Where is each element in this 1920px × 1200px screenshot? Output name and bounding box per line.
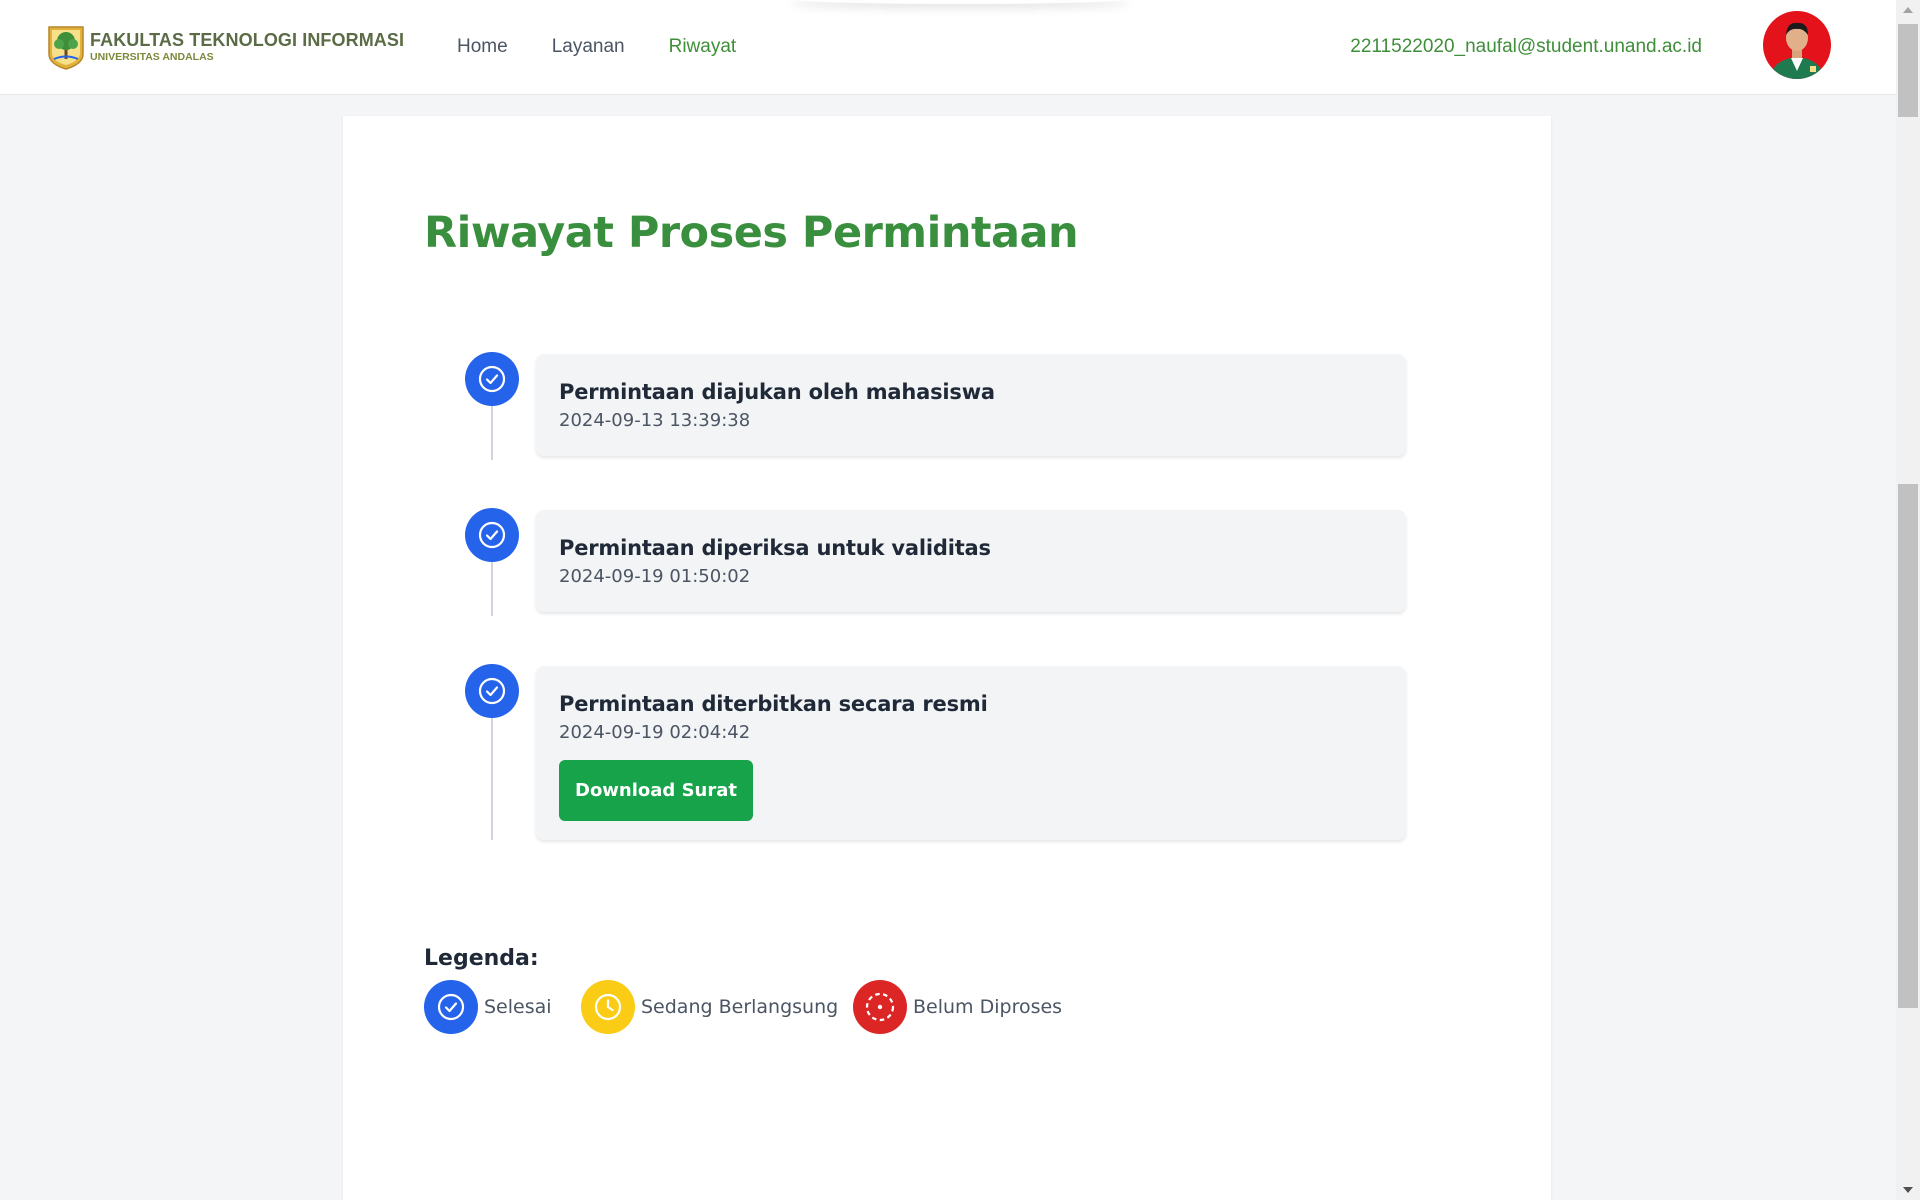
legend-item-sedang-berlangsung: Sedang Berlangsung xyxy=(581,980,838,1034)
check-circle-icon xyxy=(478,365,506,393)
dropdown-shadow xyxy=(790,0,1130,4)
legend-label: Selesai xyxy=(484,996,552,1018)
step-timestamp: 2024-09-19 02:04:42 xyxy=(559,722,751,743)
status-done-icon xyxy=(465,664,519,718)
main-nav: Home Layanan Riwayat xyxy=(457,36,780,58)
check-circle-icon xyxy=(478,677,506,705)
scroll-up-arrow-icon[interactable] xyxy=(1903,7,1913,13)
timeline-step: Permintaan diperiksa untuk validitas 202… xyxy=(536,510,1406,612)
download-letter-button[interactable]: Download Surat xyxy=(559,760,753,821)
history-card: Riwayat Proses Permintaan Permintaan dia… xyxy=(343,116,1551,1200)
check-circle-icon xyxy=(478,521,506,549)
step-title: Permintaan diterbitkan secara resmi xyxy=(559,692,988,716)
timeline-step: Permintaan diajukan oleh mahasiswa 2024-… xyxy=(536,354,1406,456)
legend-item-selesai: Selesai xyxy=(424,980,552,1034)
university-emblem-icon xyxy=(48,26,84,70)
vertical-scrollbar[interactable] xyxy=(1896,0,1920,1200)
check-circle-icon xyxy=(424,980,478,1034)
nav-home[interactable]: Home xyxy=(457,36,508,58)
status-done-icon xyxy=(465,508,519,562)
timeline-step: Permintaan diterbitkan secara resmi 2024… xyxy=(536,666,1406,840)
clock-icon xyxy=(581,980,635,1034)
nav-riwayat[interactable]: Riwayat xyxy=(669,36,737,58)
logo-title: FAKULTAS TEKNOLOGI INFORMASI xyxy=(90,30,405,51)
legend-label: Sedang Berlangsung xyxy=(641,996,839,1018)
legend-item-belum-diproses: Belum Diproses xyxy=(853,980,1062,1034)
nav-layanan[interactable]: Layanan xyxy=(552,36,625,58)
profile-photo xyxy=(1763,11,1831,79)
status-done-icon xyxy=(465,352,519,406)
faculty-logo[interactable]: FAKULTAS TEKNOLOGI INFORMASI UNIVERSITAS… xyxy=(46,24,404,70)
legend-label: Belum Diproses xyxy=(913,996,1063,1018)
step-timestamp: 2024-09-19 01:50:02 xyxy=(559,566,751,587)
avatar[interactable] xyxy=(1763,11,1831,79)
logo-subtitle: UNIVERSITAS ANDALAS xyxy=(90,51,214,64)
page-title: Riwayat Proses Permintaan xyxy=(424,208,1079,258)
step-title: Permintaan diajukan oleh mahasiswa xyxy=(559,380,995,404)
step-title: Permintaan diperiksa untuk validitas xyxy=(559,536,991,560)
scroll-down-arrow-icon[interactable] xyxy=(1903,1187,1913,1193)
user-email: 2211522020_naufal@student.unand.ac.id xyxy=(1350,36,1702,57)
top-navbar: FAKULTAS TEKNOLOGI INFORMASI UNIVERSITAS… xyxy=(0,0,1896,95)
scrollbar-thumb-top[interactable] xyxy=(1898,24,1918,117)
dashed-circle-icon xyxy=(853,980,907,1034)
scrollbar-thumb[interactable] xyxy=(1898,484,1918,1008)
legend-title: Legenda: xyxy=(424,946,539,971)
step-timestamp: 2024-09-13 13:39:38 xyxy=(559,410,751,431)
